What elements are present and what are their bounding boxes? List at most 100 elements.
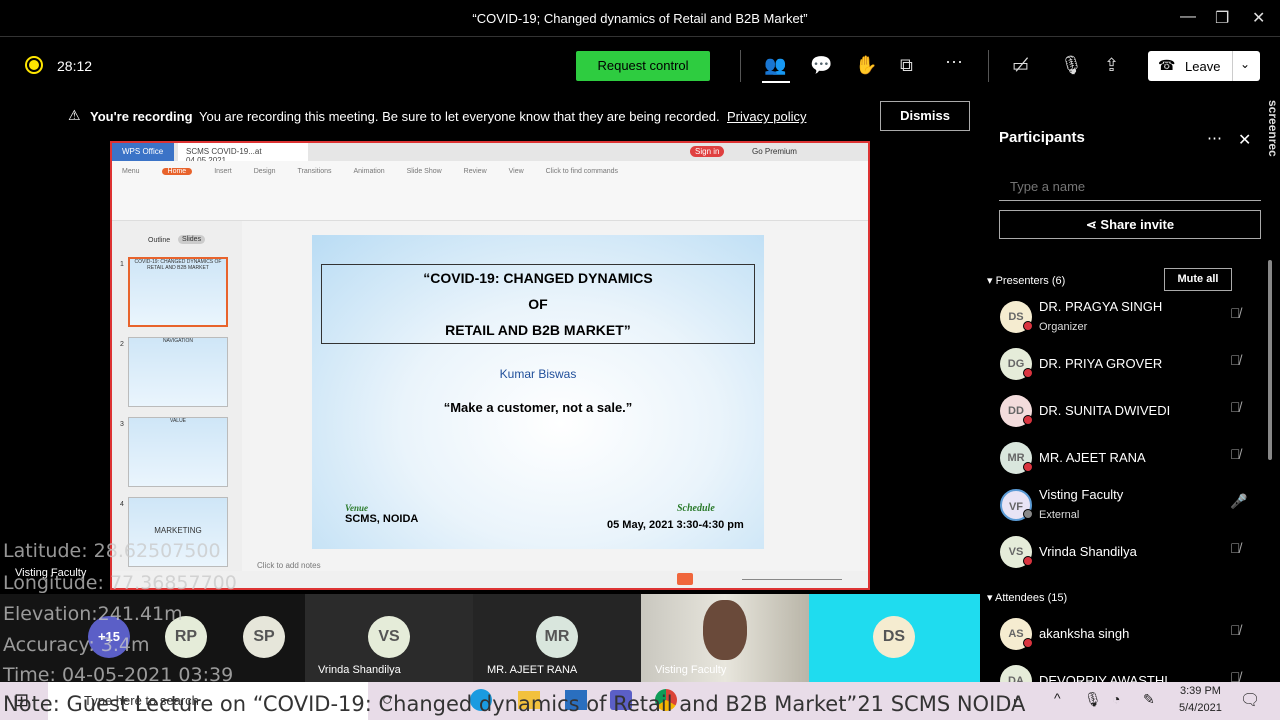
sign-in-button[interactable]: Sign in (690, 146, 725, 157)
participant-row[interactable]: VF Visting Faculty External 🎤 (1000, 485, 1270, 531)
banner-text: You are recording this meeting. Be sure … (199, 109, 720, 124)
participant-name: MR. AJEET RANA (1039, 450, 1146, 465)
video-tile-camera[interactable]: Visting Faculty (641, 594, 809, 682)
mic-off-icon[interactable]: 🎙̸ (1230, 305, 1241, 321)
schedule: 05 May, 2021 3:30-4:30 pm (607, 519, 744, 531)
video-tile[interactable]: MR MR. AJEET RANA (473, 594, 641, 682)
participant-row[interactable]: DG DR. PRIYA GROVER 🎙̸ (1000, 344, 1270, 390)
rooms-icon[interactable]: ⧉ (900, 55, 913, 76)
camera-off-icon[interactable]: ▭̸ (1012, 55, 1029, 76)
doc-tab[interactable]: SCMS COVID-19...at 04.05.2021 (178, 143, 308, 165)
participant-name: Visting Faculty (1039, 487, 1124, 502)
menu-tab[interactable]: Slide Show (407, 168, 442, 175)
participant-row[interactable]: DD DR. SUNITA DWIVEDI 🎙̸ (1000, 391, 1270, 437)
slides-tab[interactable]: Slides (178, 235, 206, 244)
maximize-button[interactable]: ❐ (1215, 8, 1229, 28)
venue: SCMS, NOIDA (345, 513, 419, 525)
participant-row[interactable]: MR MR. AJEET RANA 🎙̸ (1000, 438, 1270, 484)
slide-title-line: “COVID-19: CHANGED DYNAMICS (423, 270, 653, 286)
more-icon[interactable]: ⋯ (1207, 129, 1222, 147)
thumb-num: 3 (120, 421, 124, 428)
dismiss-button[interactable]: Dismiss (880, 101, 970, 131)
participant-row[interactable]: VS Vrinda Shandilya 🎙̸ (1000, 532, 1270, 578)
presenters-section[interactable]: ▾ Presenters (6) (987, 274, 1065, 287)
clock-date[interactable]: 5/4/2021 (1179, 702, 1222, 714)
mute-all-button[interactable]: Mute all (1164, 268, 1232, 291)
mic-icon[interactable]: 🎤 (1230, 493, 1247, 510)
participant-row[interactable]: AS akanksha singh 🎙̸ (1000, 614, 1270, 660)
zoom-slider[interactable] (742, 579, 842, 580)
phone-icon: ☎ (1158, 57, 1176, 73)
panel-title: Participants (999, 129, 1085, 146)
mic-off-icon[interactable]: 🎙 (1060, 55, 1083, 76)
status-dot (1023, 638, 1033, 648)
participant-role: External (1039, 509, 1080, 521)
scrollbar[interactable] (1268, 260, 1272, 460)
tile-name: Vrinda Shandilya (318, 664, 401, 676)
menu-tab[interactable]: Transitions (298, 168, 332, 175)
mic-off-icon[interactable]: 🎙̸ (1230, 399, 1241, 415)
outline-tab[interactable]: Outline (148, 237, 170, 244)
attendees-section[interactable]: ▾ Attendees (15) (987, 591, 1067, 604)
menu-tab[interactable]: Design (254, 168, 276, 175)
wifi-icon[interactable]: ◔ (1112, 691, 1120, 707)
search-participants-input[interactable] (999, 173, 1261, 201)
mic-off-icon[interactable]: 🎙̸ (1230, 446, 1241, 462)
slide-thumb[interactable]: VALUE (128, 417, 228, 487)
slide-thumb[interactable]: COVID-19: CHANGED DYNAMICS OF RETAIL AND… (128, 257, 228, 327)
video-tile[interactable]: VS Vrinda Shandilya (305, 594, 473, 682)
microphone-icon[interactable]: 🎙 (1084, 691, 1102, 708)
find-commands[interactable]: Click to find commands (546, 168, 618, 175)
close-icon[interactable]: ✕ (1238, 130, 1251, 150)
chevron-down-icon[interactable]: ⌄ (1240, 57, 1250, 71)
gps-longitude: Longitude: 77.36857700 (3, 572, 237, 594)
menu-tab[interactable]: Review (464, 168, 487, 175)
video-tile[interactable]: DS (809, 594, 980, 682)
menu-tab[interactable]: Animation (354, 168, 385, 175)
share-icon: ⋖ (1085, 217, 1101, 232)
request-control-button[interactable]: Request control (576, 51, 710, 81)
wps-app-tab[interactable]: WPS Office (112, 143, 174, 161)
clock-time[interactable]: 3:39 PM (1180, 685, 1221, 697)
banner-title: You're recording (90, 109, 193, 124)
thumb-num: 1 (120, 261, 124, 268)
chat-icon[interactable]: 💬 (810, 55, 832, 76)
window-title: “COVID-19; Changed dynamics of Retail an… (472, 11, 808, 26)
people-icon[interactable]: 👥 (764, 55, 786, 76)
participant-name: DR. PRAGYA SINGH (1039, 299, 1163, 314)
status-dot (1023, 509, 1033, 519)
mic-off-icon[interactable]: 🎙̸ (1230, 352, 1241, 368)
presenters-label: Presenters (6) (995, 275, 1066, 287)
more-icon[interactable]: ⋯ (945, 52, 963, 73)
participant-row[interactable]: DS DR. PRAGYA SINGH Organizer 🎙̸ (1000, 297, 1270, 343)
share-invite-button[interactable]: ⋖ Share invite (999, 210, 1261, 239)
raise-hand-icon[interactable]: ✋ (855, 55, 877, 76)
mic-off-icon[interactable]: 🎙̸ (1230, 540, 1241, 556)
tile-name: Visting Faculty (655, 664, 727, 676)
tile-name: MR. AJEET RANA (487, 664, 578, 676)
ribbon: Menu Home Insert Design Transitions Anim… (112, 161, 868, 221)
recording-indicator-icon (25, 56, 43, 74)
menu-tab-home[interactable]: Home (161, 168, 193, 175)
menu-tab[interactable]: View (509, 168, 524, 175)
avatar: SP (243, 616, 285, 658)
pen-icon[interactable]: ✎ (1143, 691, 1155, 708)
status-dot (1023, 415, 1033, 425)
menu-tab[interactable]: Menu (122, 168, 140, 175)
menu-tab[interactable]: Insert (214, 168, 232, 175)
close-button[interactable]: ✕ (1252, 8, 1265, 28)
menu-tabs: Menu Home Insert Design Transitions Anim… (112, 161, 868, 182)
privacy-policy-link[interactable]: Privacy policy (727, 109, 806, 124)
notifications-icon[interactable]: 🗨 (1240, 690, 1260, 710)
participant-name: DR. PRIYA GROVER (1039, 356, 1163, 371)
play-icon[interactable] (677, 573, 693, 585)
slide-thumb[interactable]: NAVIGATION (128, 337, 228, 407)
leave-button[interactable]: ☎ Leave ⌄ (1148, 51, 1260, 81)
minimize-button[interactable]: — (1180, 8, 1196, 26)
mic-off-icon[interactable]: 🎙̸ (1230, 622, 1241, 638)
person-video (703, 600, 747, 660)
notes-area[interactable]: Click to add notes (257, 561, 321, 570)
chevron-up-icon[interactable]: ^ (1054, 690, 1061, 706)
premium-button[interactable]: Go Premium (752, 147, 797, 156)
share-icon[interactable]: ⇪ (1104, 55, 1119, 76)
